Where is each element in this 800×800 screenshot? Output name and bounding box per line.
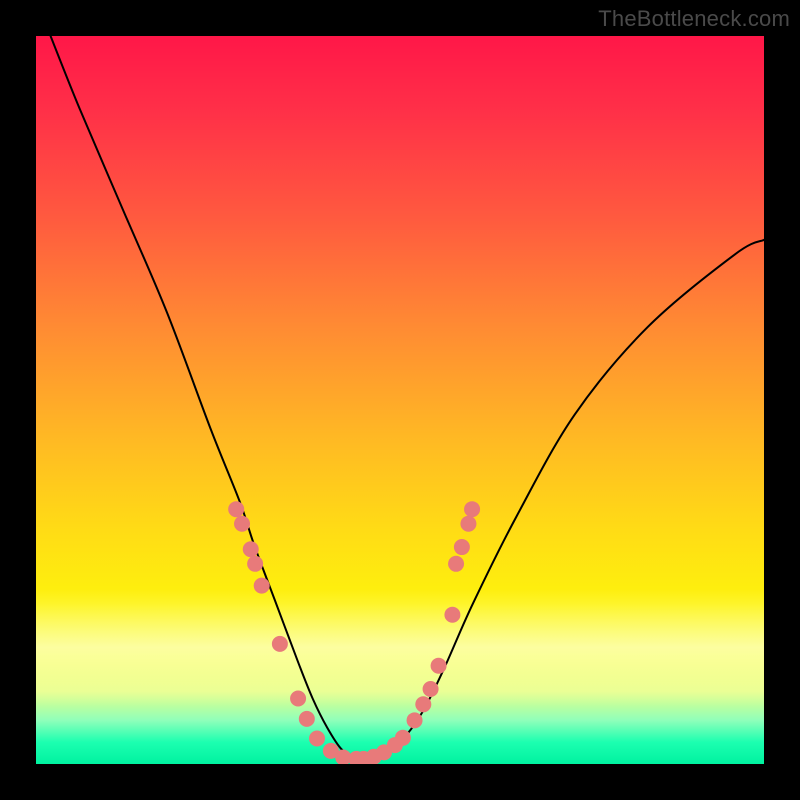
data-dot — [431, 658, 447, 674]
data-dot — [290, 690, 306, 706]
data-dot — [448, 556, 464, 572]
data-dot — [454, 539, 470, 555]
data-dot — [234, 516, 250, 532]
data-dot — [299, 711, 315, 727]
chart-frame: TheBottleneck.com — [0, 0, 800, 800]
data-dot — [444, 607, 460, 623]
data-dot — [309, 731, 325, 747]
data-dot — [423, 681, 439, 697]
data-dot — [460, 516, 476, 532]
data-dot — [243, 541, 259, 557]
data-dot — [228, 501, 244, 517]
curve-group — [51, 36, 764, 758]
data-dot — [407, 712, 423, 728]
data-dot — [415, 696, 431, 712]
chart-svg — [36, 36, 764, 764]
data-dot — [247, 556, 263, 572]
data-dot — [464, 501, 480, 517]
dots-group — [228, 501, 480, 764]
data-dot — [254, 578, 270, 594]
watermark-text: TheBottleneck.com — [598, 6, 790, 32]
data-dot — [272, 636, 288, 652]
data-dot — [395, 730, 411, 746]
plot-area — [36, 36, 764, 764]
bottleneck-curve — [51, 36, 764, 758]
